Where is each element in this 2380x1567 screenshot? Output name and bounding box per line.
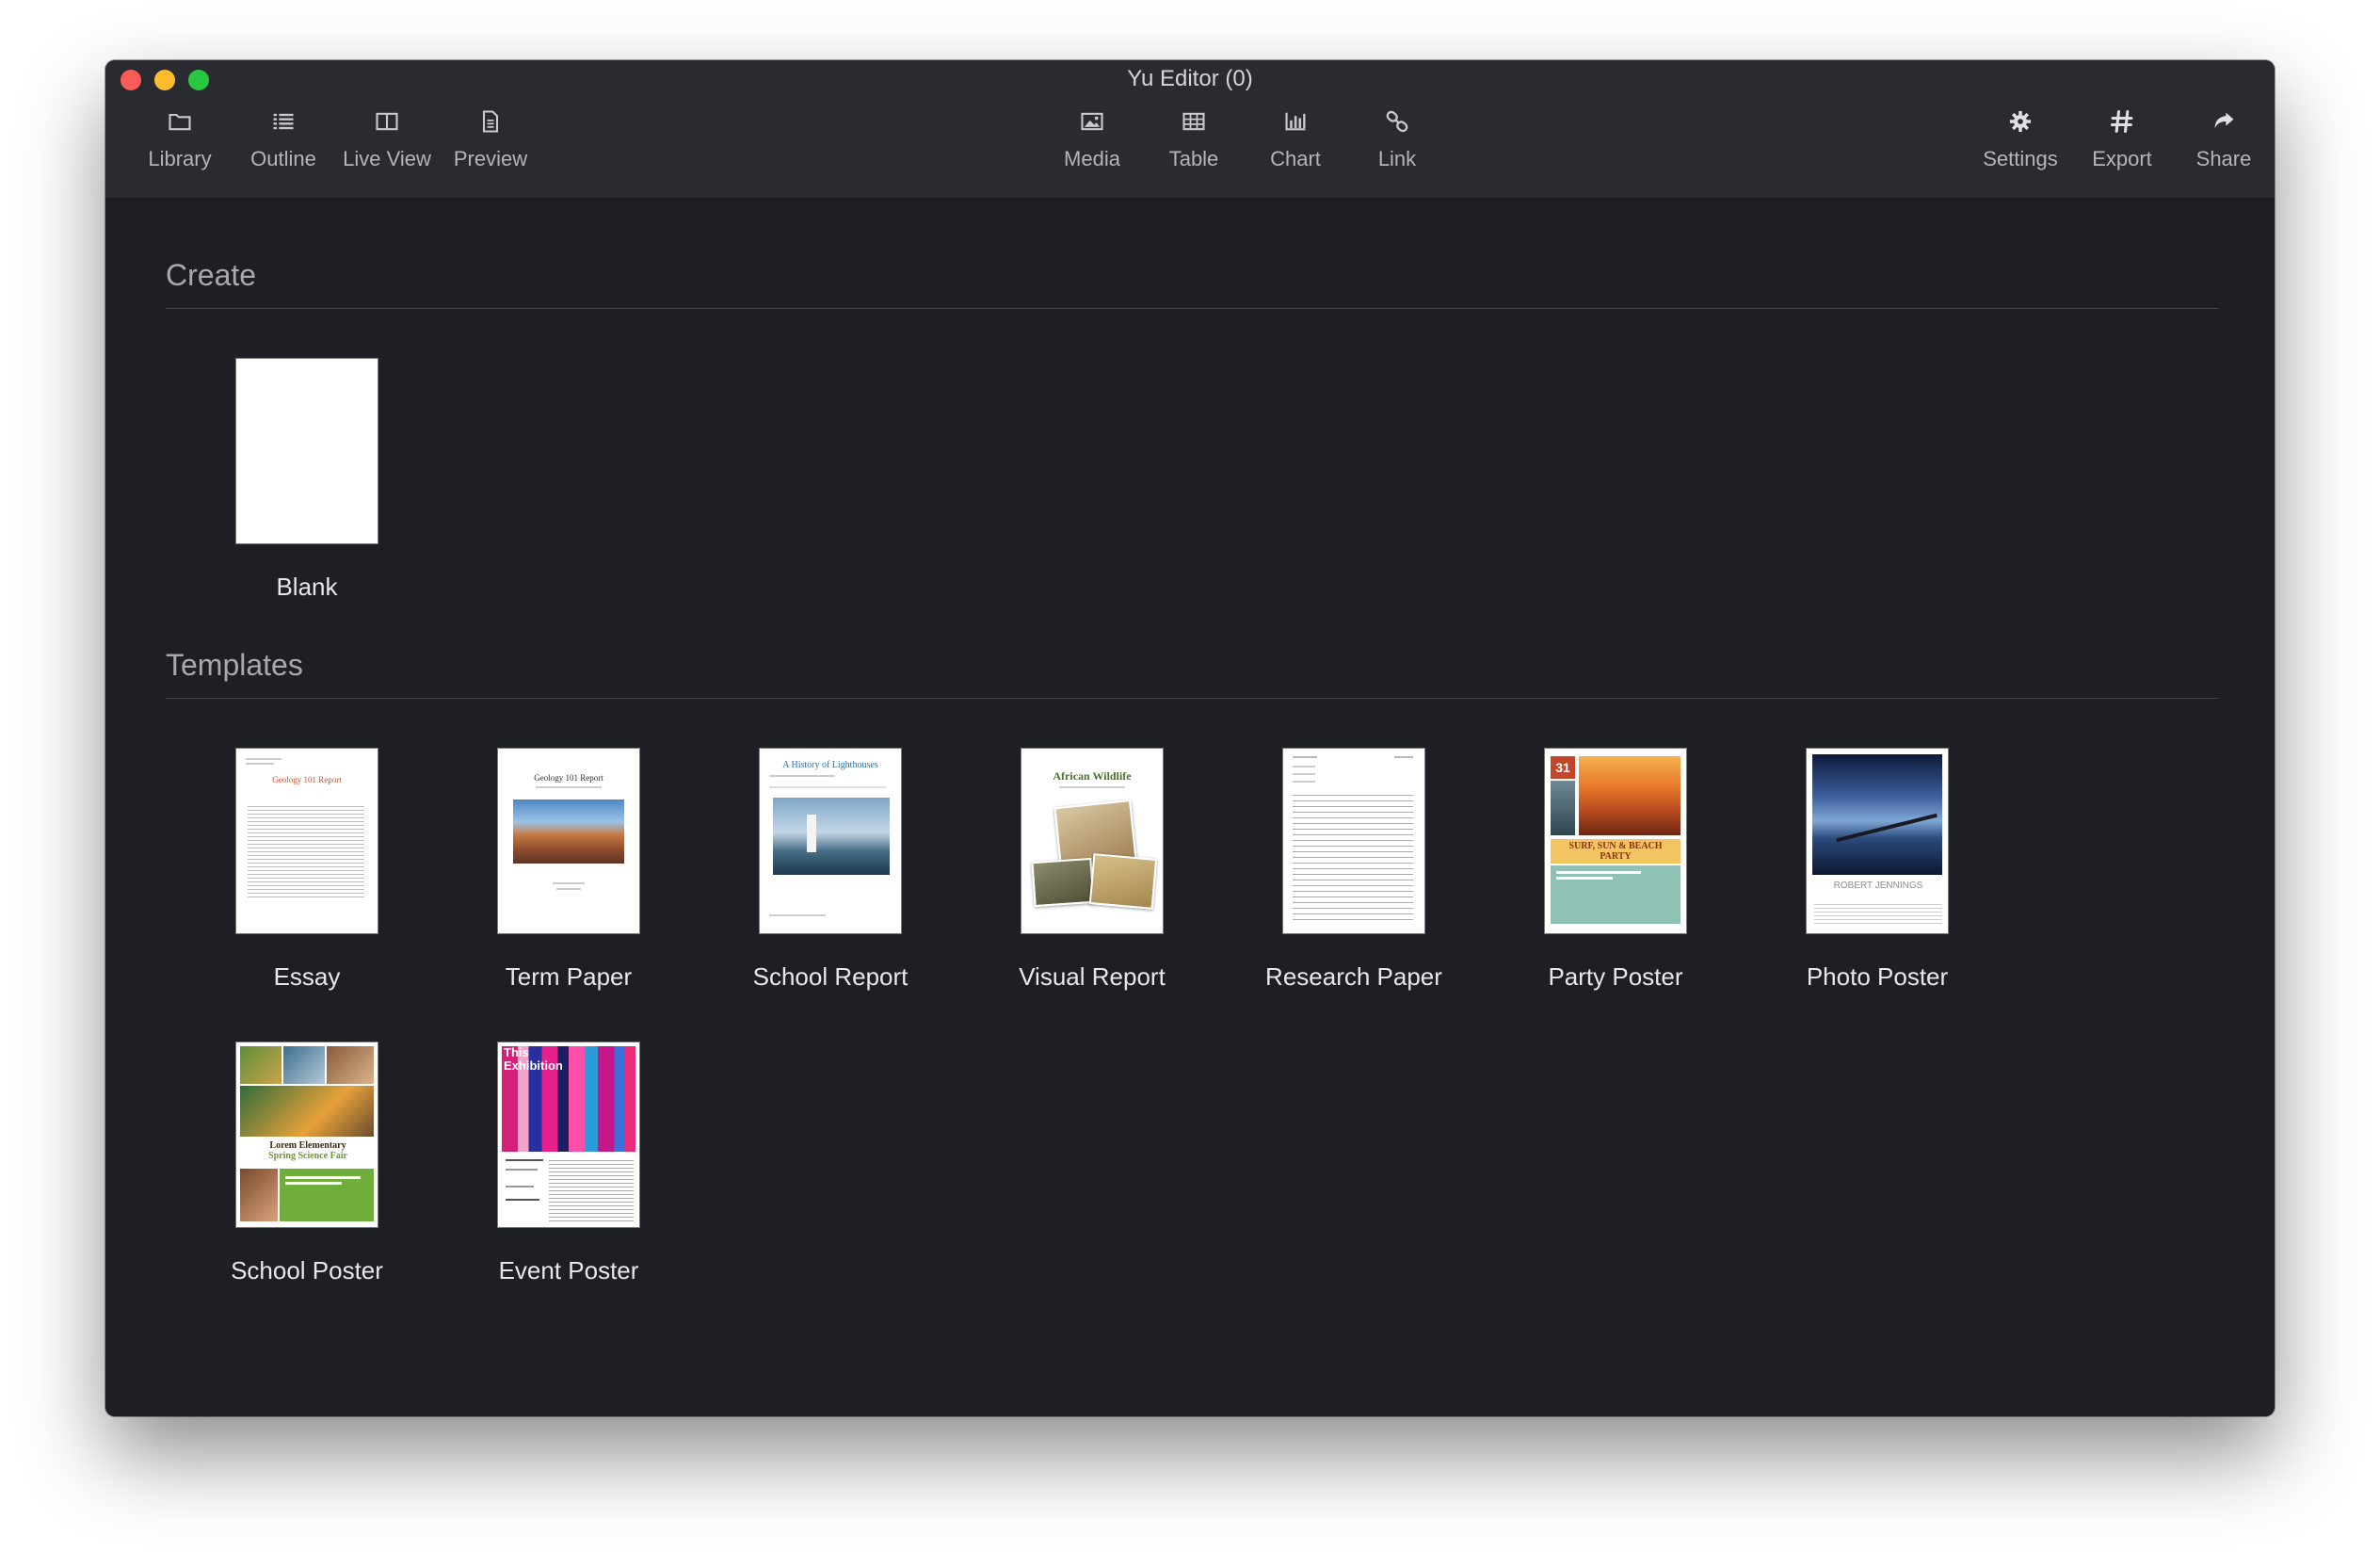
document-icon xyxy=(476,107,505,136)
photo-poster-name: ROBERT JENNINGS xyxy=(1833,880,1923,891)
preview-button[interactable]: Preview xyxy=(439,107,542,171)
template-school-poster[interactable]: Lorem Elementary Spring Science Fair Sch… xyxy=(203,1042,410,1285)
split-view-icon xyxy=(373,107,401,136)
school-report-label: School Report xyxy=(752,962,909,991)
share-button[interactable]: Share xyxy=(2173,107,2275,171)
event-poster-label: Event Poster xyxy=(498,1256,639,1284)
hash-icon xyxy=(2108,107,2136,136)
photo-poster-label: Photo Poster xyxy=(1806,962,1949,991)
image-icon xyxy=(1078,107,1106,136)
toolbar: Yu Editor (0) Library Outline Live View xyxy=(105,60,2275,198)
export-label: Export xyxy=(2092,147,2152,170)
window-title: Yu Editor (0) xyxy=(1127,66,1253,91)
essay-thumb-title: Geology 101 Report xyxy=(272,775,342,784)
library-button[interactable]: Library xyxy=(128,107,232,171)
term-paper-label: Term Paper xyxy=(505,962,633,991)
templates-section-title: Templates xyxy=(166,648,303,682)
export-button[interactable]: Export xyxy=(2071,107,2173,171)
template-event-poster[interactable]: This Exhibition Event Poster xyxy=(465,1042,672,1285)
link-label: Link xyxy=(1377,147,1417,170)
essay-label: Essay xyxy=(273,962,341,991)
templates-divider xyxy=(166,698,2218,699)
outline-label: Outline xyxy=(250,147,316,170)
toolbar-left-group: Library Outline Live View Preview xyxy=(128,107,542,171)
toolbar-right-group: Settings Export Share xyxy=(1970,107,2275,171)
template-term-paper[interactable]: Geology 101 Report Term Paper xyxy=(465,748,672,992)
app-window: Yu Editor (0) Library Outline Live View xyxy=(105,60,2275,1416)
term-paper-thumbnail: Geology 101 Report xyxy=(497,748,640,934)
school-report-thumb-title: A History of Lighthouses xyxy=(782,760,878,770)
create-divider xyxy=(166,308,2218,309)
preview-label: Preview xyxy=(453,147,528,170)
template-visual-report[interactable]: African Wildlife Visual Report xyxy=(989,748,1196,992)
table-label: Table xyxy=(1168,147,1219,170)
visual-report-thumb-title: African Wildlife xyxy=(1053,769,1132,783)
live-view-label: Live View xyxy=(343,147,431,170)
event-poster-thumbnail: This Exhibition xyxy=(497,1042,640,1228)
school-poster-thumb-line2: Spring Science Fair xyxy=(268,1151,347,1161)
party-poster-headline: SURF, SUN & BEACH PARTY xyxy=(1551,839,1680,864)
blank-document-tile[interactable]: Blank xyxy=(203,358,410,602)
template-photo-poster[interactable]: ROBERT JENNINGS Photo Poster xyxy=(1774,748,1981,992)
template-essay[interactable]: Geology 101 Report Essay xyxy=(203,748,410,992)
school-poster-thumbnail: Lorem Elementary Spring Science Fair xyxy=(235,1042,378,1228)
party-poster-date: 31 xyxy=(1551,756,1575,779)
share-label: Share xyxy=(2195,147,2252,170)
party-poster-thumbnail: 31 SURF, SUN & BEACH PARTY xyxy=(1544,748,1687,934)
outline-button[interactable]: Outline xyxy=(232,107,335,171)
chart-button[interactable]: Chart xyxy=(1245,107,1346,171)
toolbar-center-group: Media Table Chart Link xyxy=(1041,107,1448,171)
outline-list-icon xyxy=(269,107,298,136)
event-poster-thumb-line2: Exhibition xyxy=(504,1058,563,1073)
template-party-poster[interactable]: 31 SURF, SUN & BEACH PARTY Party Poster xyxy=(1512,748,1719,992)
visual-report-label: Visual Report xyxy=(1019,962,1166,991)
settings-label: Settings xyxy=(1983,147,2058,170)
templates-section: Templates xyxy=(166,648,2218,699)
event-poster-thumb-line1: This xyxy=(504,1045,529,1059)
term-paper-thumb-title: Geology 101 Report xyxy=(534,773,603,783)
media-button[interactable]: Media xyxy=(1041,107,1143,171)
school-poster-thumb-line1: Lorem Elementary xyxy=(269,1140,346,1151)
chart-label: Chart xyxy=(1270,147,1321,170)
research-paper-thumbnail xyxy=(1282,748,1425,934)
table-icon xyxy=(1180,107,1208,136)
create-section-title: Create xyxy=(166,258,257,292)
table-button[interactable]: Table xyxy=(1143,107,1245,171)
party-poster-label: Party Poster xyxy=(1548,962,1683,991)
school-poster-label: School Poster xyxy=(231,1256,383,1284)
school-report-thumbnail: A History of Lighthouses xyxy=(759,748,902,934)
research-paper-label: Research Paper xyxy=(1265,962,1442,991)
settings-button[interactable]: Settings xyxy=(1970,107,2071,171)
folder-icon xyxy=(166,107,194,136)
link-icon xyxy=(1383,107,1411,136)
photo-poster-thumbnail: ROBERT JENNINGS xyxy=(1806,748,1949,934)
bar-chart-icon xyxy=(1281,107,1310,136)
template-research-paper[interactable]: Research Paper xyxy=(1250,748,1457,992)
link-button[interactable]: Link xyxy=(1346,107,1448,171)
media-label: Media xyxy=(1064,147,1120,170)
live-view-button[interactable]: Live View xyxy=(335,107,439,171)
share-arrow-icon xyxy=(2210,107,2238,136)
library-label: Library xyxy=(148,147,212,170)
blank-thumbnail xyxy=(235,358,378,544)
create-section: Create xyxy=(166,258,2218,309)
essay-thumbnail: Geology 101 Report xyxy=(235,748,378,934)
gear-icon xyxy=(2006,107,2034,136)
visual-report-thumbnail: African Wildlife xyxy=(1021,748,1164,934)
template-school-report[interactable]: A History of Lighthouses School Report xyxy=(727,748,934,992)
blank-label: Blank xyxy=(276,573,338,601)
